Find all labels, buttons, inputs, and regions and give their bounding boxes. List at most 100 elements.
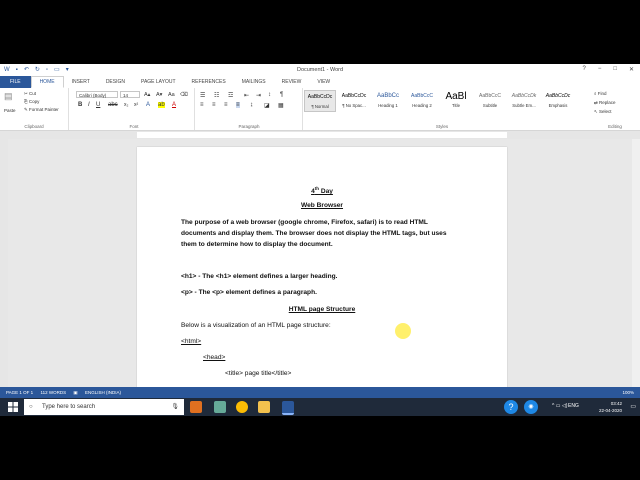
close-icon[interactable]: ✕ [629,66,634,73]
clear-formatting-icon[interactable]: ⌫ [180,92,188,98]
style-name: Heading 2 [412,103,432,108]
clipboard-group: ▤ Paste ✂ Cut ⎘ Copy ✎ Format Painter Cl… [0,88,69,130]
tab-mailings[interactable]: MAILINGS [234,76,274,88]
tab-page-layout[interactable]: PAGE LAYOUT [133,76,184,88]
tab-references[interactable]: REFERENCES [184,76,234,88]
day-heading: 4th Day [181,183,463,197]
justify-icon[interactable]: ≡ [236,102,240,108]
h1-description: <h1> - The <h1> element defines a larger… [181,273,338,280]
style-preview: AaBbCcDc [307,94,333,100]
shrink-font-button[interactable]: A▾ [156,92,162,98]
paste-icon[interactable]: ▤ [4,91,13,102]
horizontal-ruler[interactable] [0,131,640,139]
word-taskbar-icon[interactable] [282,401,294,415]
zoom-level[interactable]: 100% [622,387,634,398]
line-spacing-icon[interactable]: ↨ [250,102,253,108]
tab-file[interactable]: FILE [0,76,31,88]
file-explorer-icon[interactable] [258,401,270,413]
style-subtle-emphasis[interactable]: AaBbCcDk Subtle Em... [508,90,540,112]
maximize-icon[interactable]: □ [613,66,617,73]
superscript-button[interactable]: x² [134,102,138,108]
clipboard-label: Clipboard [24,124,44,129]
p-description: <p> - The <p> element defines a paragrap… [181,289,317,296]
decrease-indent-icon[interactable]: ⇤ [244,92,249,99]
language-indicator[interactable]: ENGLISH (INDIA) [85,390,121,395]
align-center-icon[interactable]: ≡ [212,102,216,108]
style-preview: AaBbCcDc [341,93,367,99]
taskbar: ○ Type here to search 🎙 ? ◉ ^ ▭ ◁) ENG 0… [0,398,640,416]
document-page[interactable]: 4th Day Web Browser The purpose of a web… [137,147,507,387]
strikethrough-button[interactable]: abc [108,102,118,108]
style-heading-2[interactable]: AaBbCcC Heading 2 [406,90,438,112]
italic-button[interactable]: I [88,102,90,108]
minimize-icon[interactable]: − [598,66,602,73]
style-name: Heading 1 [378,103,398,108]
change-case-button[interactable]: Aa [168,92,175,98]
bold-button[interactable]: B [78,102,82,108]
status-bar: PAGE 1 OF 1 112 WORDS ▣ ENGLISH (INDIA) … [0,387,640,398]
tab-home[interactable]: HOME [30,76,64,88]
help-icon[interactable]: ? [504,400,518,414]
shading-icon[interactable]: ◪ [264,102,270,109]
style-title[interactable]: AaBl Title [440,90,472,112]
bullets-icon[interactable]: ☰ [200,92,205,99]
multilevel-list-icon[interactable]: ☲ [228,92,233,99]
font-size-select[interactable]: 14 [120,91,140,98]
vertical-scrollbar[interactable] [632,139,640,387]
highlight-icon[interactable]: ab [158,102,165,108]
text-effects-icon[interactable]: A [146,102,150,108]
taskbar-app-icon[interactable] [214,401,226,413]
system-tray-icons[interactable]: ^ ▭ ◁) [552,403,567,409]
clock[interactable]: 03:42 22-04-2020 [599,400,622,414]
font-name-select[interactable]: Calibri (Body) [76,91,118,98]
sort-icon[interactable]: ↕ [268,92,271,98]
show-formatting-icon[interactable]: ¶ [280,92,283,98]
cut-button[interactable]: ✂ Cut [24,91,36,97]
style-subtitle[interactable]: AaBbCcC Subtitle [474,90,506,112]
align-left-icon[interactable]: ≡ [200,102,204,108]
style-emphasis[interactable]: AaBbCcDc Emphasis [542,90,574,112]
windows-start-icon[interactable] [8,402,18,412]
window-controls: ? − □ ✕ [582,66,634,73]
paste-button[interactable]: Paste [4,108,16,113]
help-icon[interactable]: ? [582,66,585,73]
taskbar-app-icon[interactable] [190,401,202,413]
style-preview: AaBbCcDk [511,93,537,99]
chrome-icon[interactable] [236,401,248,413]
microphone-icon[interactable]: 🎙 [171,399,179,415]
page-count[interactable]: PAGE 1 OF 1 [6,390,33,395]
underline-button[interactable]: U [96,102,100,108]
find-button[interactable]: ⌕ Find [594,91,607,96]
copy-button[interactable]: ⎘ Copy [24,99,39,104]
align-right-icon[interactable]: ≡ [224,102,228,108]
replace-button[interactable]: ⇄ Replace [594,100,616,106]
ribbon-tabs: FILE HOME INSERT DESIGN PAGE LAYOUT REFE… [0,76,640,88]
ruler-text-area [137,132,507,138]
notifications-icon[interactable]: ▭ [630,403,636,410]
web-browser-heading: Web Browser [300,202,344,209]
style-normal[interactable]: AaBbCcDc ¶ Normal [304,90,336,112]
grow-font-button[interactable]: A▴ [144,92,150,98]
language-indicator[interactable]: ENG [568,403,579,409]
style-preview: AaBbCc [376,93,399,99]
style-heading-1[interactable]: AaBbCc Heading 1 [372,90,404,112]
word-window: W ▪ ↶ ↻ ▫ ▭ ▾ Document1 - Word ? − □ ✕ F… [0,64,640,398]
tab-design[interactable]: DESIGN [98,76,133,88]
subscript-button[interactable]: x₂ [124,102,128,108]
tab-view[interactable]: VIEW [309,76,338,88]
format-painter-button[interactable]: ✎ Format Painter [24,107,59,113]
vertical-ruler[interactable] [0,139,8,387]
proofing-icon[interactable]: ▣ [73,390,77,395]
user-icon[interactable]: ◉ [524,400,538,414]
taskbar-search[interactable]: ○ Type here to search 🎙 [24,399,184,415]
numbering-icon[interactable]: ☷ [214,92,219,99]
borders-icon[interactable]: ▦ [278,102,284,109]
style-no-spacing[interactable]: AaBbCcDc ¶ No Spac... [338,90,370,112]
editing-label: Editing [608,124,622,129]
select-button[interactable]: ↖ Select [594,109,612,115]
increase-indent-icon[interactable]: ⇥ [256,92,261,99]
tab-insert[interactable]: INSERT [64,76,98,88]
font-color-icon[interactable]: A [172,102,176,108]
word-count[interactable]: 112 WORDS [40,390,66,395]
tab-review[interactable]: REVIEW [274,76,310,88]
